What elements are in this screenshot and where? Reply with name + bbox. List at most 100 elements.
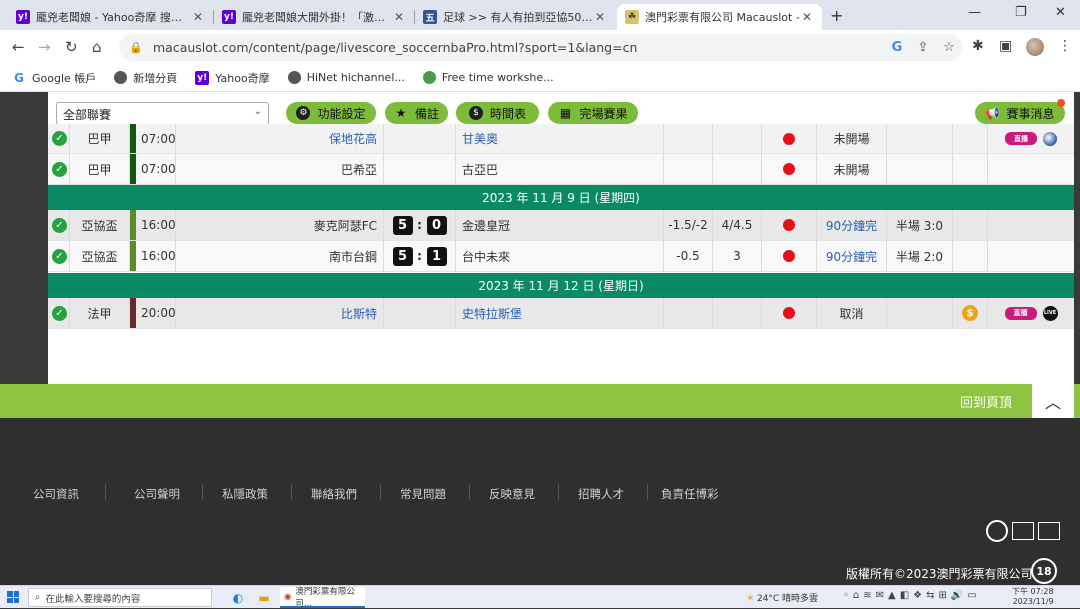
home-team[interactable]: 麥克阿瑟FC <box>176 210 384 240</box>
extensions-icon[interactable]: ✱ <box>972 38 984 54</box>
time-cell: 07:00 <box>136 124 176 153</box>
restore-icon[interactable]: ❐ <box>1015 5 1027 20</box>
certification-seal-icon <box>986 520 1008 542</box>
globe-icon <box>287 71 301 84</box>
bookmark-google-account[interactable]: G Google 帳戶 <box>12 70 96 86</box>
back-icon[interactable]: ← <box>12 38 25 56</box>
live-icon[interactable]: LIVE <box>1042 305 1058 321</box>
age-18-icon: 18 <box>1031 558 1057 584</box>
over-under-cell <box>713 124 762 153</box>
red-dot-icon <box>783 219 795 231</box>
footer-link-statement[interactable]: 公司聲明 <box>134 486 180 502</box>
home-team[interactable]: 保地花高 <box>176 124 384 153</box>
close-icon[interactable]: ✕ <box>800 10 814 24</box>
tab-1[interactable]: y! 龎兇老闆娘 - Yahoo奇摩 搜尋結 ✕ <box>8 4 213 30</box>
back-to-top-link[interactable]: 回到頁頂 <box>960 392 1012 411</box>
footer-link-faq[interactable]: 常見問題 <box>400 486 446 502</box>
results-button[interactable]: ▦ 完場賽果 <box>548 102 638 124</box>
notes-button[interactable]: ★ 備註 <box>385 102 448 124</box>
date-header: 2023 年 11 月 9 日 (星期四) <box>48 185 1074 210</box>
home-team[interactable]: 南市台鋼 <box>176 241 384 271</box>
extra-cell <box>953 124 988 153</box>
bookmark-star-icon[interactable]: ☆ <box>936 40 962 55</box>
window-close-icon[interactable]: ✕ <box>1055 5 1066 20</box>
tab-4-active[interactable]: ☘ 澳門彩票有限公司 Macauslot - ✕ <box>617 4 822 30</box>
home-icon[interactable]: ⌂ <box>92 38 102 56</box>
weather-widget[interactable]: ☀ 24°C 晴時多雲 <box>746 591 818 604</box>
league-select[interactable]: 全部聯賽 ⌄ <box>56 102 269 125</box>
footer-link-careers[interactable]: 招聘人才 <box>578 486 624 502</box>
menu-icon[interactable]: ⋮ <box>1058 38 1072 54</box>
taskbar-clock[interactable]: 下午 07:28 2023/11/9 <box>1012 587 1054 607</box>
score-cell: 5 : 0 <box>384 210 456 240</box>
table-row[interactable]: ✓ 法甲 20:00 比斯特 史特拉斯堡 取消 $ 直播 LIVE <box>48 298 1074 329</box>
bookmark-free-time[interactable]: Free time workshe... <box>422 71 554 84</box>
bookmark-yahoo[interactable]: y! Yahoo奇摩 <box>195 70 270 86</box>
table-row[interactable]: ✓ 巴甲 07:00 保地花高 甘美奧 未開場 直播 <box>48 124 1074 154</box>
close-icon[interactable]: ✕ <box>593 10 607 24</box>
tv-broadcast-icon[interactable]: 直播 <box>1004 306 1037 320</box>
schedule-button[interactable]: $ 時間表 <box>456 102 539 124</box>
soccer-ball-icon[interactable] <box>1043 131 1057 146</box>
chevron-up-icon[interactable]: ︿ <box>1032 384 1074 418</box>
footer-link-privacy[interactable]: 私隱政策 <box>222 486 268 502</box>
home-team[interactable]: 比斯特 <box>176 298 384 328</box>
weather-text: 24°C 晴時多雲 <box>756 594 819 604</box>
status-cell[interactable]: 90分鐘完 <box>817 241 887 271</box>
macauslot-icon: ☘ <box>625 10 639 24</box>
google-translate-icon[interactable]: G <box>884 40 910 55</box>
coin-icon[interactable]: $ <box>962 305 978 321</box>
status-cell[interactable]: 90分鐘完 <box>817 210 887 240</box>
extra-cell <box>953 154 988 184</box>
tab-3[interactable]: 五 足球 >> 有人有拍到亞協5051的 ✕ <box>415 4 615 30</box>
file-explorer-icon[interactable]: ▬ <box>254 588 274 607</box>
home-team[interactable]: 巴希亞 <box>176 154 384 184</box>
side-panel-icon[interactable]: ▣ <box>999 38 1012 54</box>
away-team[interactable]: 史特拉斯堡 <box>456 298 664 328</box>
away-team[interactable]: 金邊皇冠 <box>456 210 664 240</box>
disclaimer-note: 註：現場資訊僅供參考，www.macauslot.com及澳門彩票有限公司有權但… <box>65 341 978 372</box>
close-icon[interactable]: ✕ <box>191 10 205 24</box>
tab-2[interactable]: y! 龎兇老闆娘大開外掛！「激辣實 ✕ <box>214 4 414 30</box>
minimize-icon[interactable]: — <box>968 5 981 20</box>
check-icon: ✓ <box>52 305 67 321</box>
bookmark-new-tab[interactable]: 新增分頁 <box>114 70 177 86</box>
taskbar-search-input[interactable]: ⌕ 在此輸入要搜尋的內容 <box>28 588 212 607</box>
reload-icon[interactable]: ↻ <box>65 38 78 56</box>
button-label: 備註 <box>414 106 439 121</box>
away-team[interactable]: 台中未來 <box>456 241 664 271</box>
table-row[interactable]: ✓ 亞協盃 16:00 麥克阿瑟FC 5 : 0 金邊皇冠 -1.5/-2 4/… <box>48 210 1074 241</box>
avatar[interactable] <box>1026 38 1044 56</box>
taskbar-chrome-window[interactable]: ◉ 澳門彩票有限公司... <box>280 587 365 609</box>
footer-link-responsible-gaming[interactable]: 負責任博彩 <box>661 486 719 502</box>
status-cell: 取消 <box>817 298 887 328</box>
address-bar[interactable]: 🔒 macauslot.com/content/page/livescore_s… <box>119 34 962 61</box>
windows-start-icon[interactable] <box>7 591 19 603</box>
edge-icon[interactable]: ◐ <box>228 588 248 607</box>
settings-button[interactable]: ⚙ 功能設定 <box>286 102 376 124</box>
chrome-icon: ◉ <box>284 591 292 602</box>
table-row[interactable]: ✓ 亞協盃 16:00 南市台鋼 5 : 1 台中未來 -0.5 3 90分鐘完… <box>48 241 1074 272</box>
lock-icon[interactable]: 🔒 <box>129 41 147 54</box>
footer-link-contact[interactable]: 聯絡我們 <box>311 486 357 502</box>
url-text[interactable]: macauslot.com/content/page/livescore_soc… <box>153 40 884 55</box>
new-tab-icon[interactable]: + <box>830 6 843 25</box>
megaphone-icon: 📢 <box>985 106 1000 120</box>
away-team[interactable]: 古亞巴 <box>456 154 664 184</box>
news-button[interactable]: 📢 賽事消息 <box>975 102 1065 124</box>
chevron-down-icon: ⌄ <box>253 106 262 117</box>
tv-broadcast-icon[interactable]: 直播 <box>1005 132 1037 145</box>
tab-strip: y! 龎兇老闆娘 - Yahoo奇摩 搜尋結 ✕ y! 龎兇老闆娘大開外掛！「激… <box>0 0 1080 30</box>
footer-link-company-info[interactable]: 公司資訊 <box>33 486 79 502</box>
yahoo-icon: y! <box>16 10 30 24</box>
away-team[interactable]: 甘美奧 <box>456 124 664 153</box>
over-under-cell: 3 <box>713 241 762 271</box>
footer-link-feedback[interactable]: 反映意見 <box>489 486 535 502</box>
forward-icon[interactable]: → <box>38 38 51 56</box>
status-cell: 未開場 <box>817 124 887 153</box>
share-icon[interactable]: ⇪ <box>910 40 936 55</box>
table-row[interactable]: ✓ 巴甲 07:00 巴希亞 古亞巴 未開場 <box>48 154 1074 185</box>
bookmark-hinet[interactable]: HiNet hichannel... <box>287 71 405 84</box>
system-tray-icons[interactable]: ◦⌂≋✉▲◧❖⇆⊞🔊▭ <box>843 590 981 601</box>
close-icon[interactable]: ✕ <box>392 10 406 24</box>
